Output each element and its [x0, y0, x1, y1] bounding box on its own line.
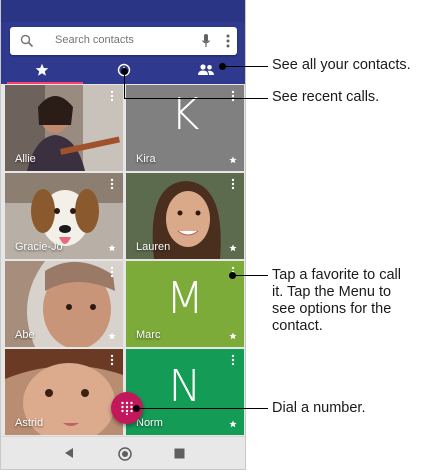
tab-contacts[interactable] [165, 58, 245, 84]
more-vert-icon[interactable] [110, 266, 114, 278]
back-icon[interactable] [64, 447, 74, 459]
callout-all-contacts: See all your contacts. [272, 57, 411, 73]
more-vert-icon[interactable] [231, 178, 235, 190]
callout-line [222, 66, 268, 67]
contact-name: Allie [15, 153, 36, 165]
contact-tile-allie[interactable]: Allie [5, 85, 123, 171]
more-vert-icon[interactable] [231, 90, 235, 102]
overview-icon[interactable] [174, 448, 185, 459]
tab-favorites[interactable] [1, 58, 83, 84]
contact-tile-gracie-jo[interactable]: Gracie-Jo [5, 173, 123, 259]
contact-initial: N [168, 361, 202, 412]
favorite-star-icon [229, 156, 237, 164]
status-bar [1, 0, 245, 22]
callout-recent-calls: See recent calls. [272, 89, 380, 105]
callout-favorite: Tap a favorite to call it. Tap the Menu … [272, 267, 401, 335]
callout-line [124, 72, 125, 98]
callout-dial: Dial a number. [272, 400, 366, 416]
favorite-star-icon [108, 244, 116, 252]
search-bar[interactable]: Search contacts [10, 27, 237, 55]
search-input[interactable]: Search contacts [55, 34, 134, 46]
favorite-star-icon [108, 332, 116, 340]
contact-name: Marc [136, 329, 161, 341]
callout-favorite-line: Tap a favorite to call [272, 267, 401, 283]
contact-tile-astrid[interactable]: Astrid [5, 349, 123, 435]
more-vert-icon[interactable] [110, 90, 114, 102]
contact-initial: K [170, 89, 200, 140]
callout-favorite-line: it. Tap the Menu to [272, 284, 392, 300]
contact-tile-norm[interactable]: N Norm [126, 349, 244, 435]
callout-favorite-line: contact. [272, 318, 323, 334]
contact-tile-marc[interactable]: M Marc [126, 261, 244, 347]
contact-name: Norm [136, 417, 163, 429]
star-icon [35, 63, 49, 76]
callout-line [136, 408, 268, 409]
contact-tile-lauren[interactable]: Lauren [126, 173, 244, 259]
navigation-bar [1, 436, 245, 469]
contact-name: Astrid [15, 417, 44, 429]
contact-name: Gracie-Jo [15, 241, 63, 253]
screenshot-stage: Search contacts Allie K Kira Gracie-Jo L… [0, 0, 447, 474]
contact-name: Lauren [136, 241, 171, 253]
contact-name: Abe [15, 329, 35, 341]
more-vert-icon[interactable] [110, 178, 114, 190]
microphone-icon[interactable] [201, 33, 211, 49]
search-icon [20, 34, 34, 48]
people-icon [198, 64, 214, 75]
more-vert-icon[interactable] [110, 354, 114, 366]
more-vert-icon[interactable] [225, 33, 231, 49]
callout-line [124, 98, 268, 99]
contact-tile-abe[interactable]: Abe [5, 261, 123, 347]
contact-name: Kira [136, 153, 156, 165]
contact-initial: M [166, 273, 204, 324]
tab-indicator [7, 82, 83, 84]
favorite-star-icon [229, 420, 237, 428]
more-vert-icon[interactable] [231, 354, 235, 366]
home-icon[interactable] [118, 447, 132, 461]
callout-favorite-line: see options for the [272, 301, 392, 317]
dialpad-icon [121, 401, 133, 415]
callout-line [232, 275, 268, 276]
favorite-star-icon [229, 244, 237, 252]
favorite-star-icon [229, 332, 237, 340]
